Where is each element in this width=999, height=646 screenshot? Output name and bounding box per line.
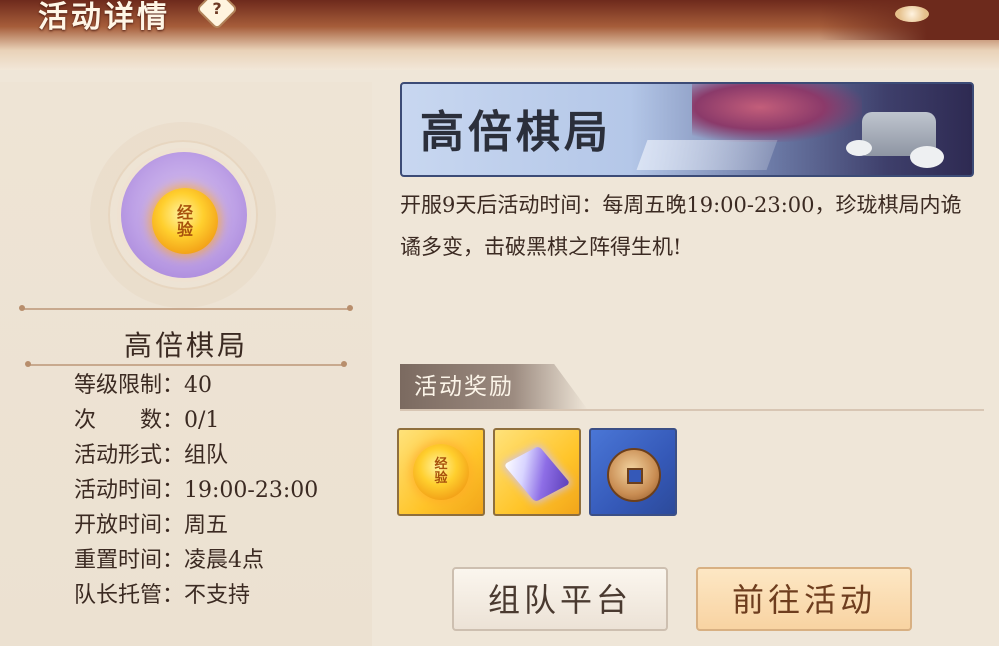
info-reset-time: 重置时间：凌晨4点 (74, 548, 264, 573)
banner-go-stone (910, 146, 944, 168)
copper-coin-icon (607, 448, 661, 502)
info-captain-auto: 队长托管：不支持 (74, 583, 251, 608)
banner-title: 高倍棋局 (420, 107, 612, 158)
emblem-text-2: 验 (176, 220, 193, 239)
banner-go-board (636, 140, 778, 170)
activity-info-panel: 经 验 高倍棋局 等级限制：40 次 数：0/1 活动形式：组队 活动时间：19… (0, 82, 372, 646)
go-to-activity-button[interactable]: 前往活动 (696, 567, 912, 631)
info-times: 次 数：0/1 (74, 408, 220, 433)
banner-go-stone (846, 140, 872, 156)
info-activity-time: 活动时间：19:00-23:00 (74, 478, 319, 503)
exp-coin-icon: 经 验 (413, 444, 469, 500)
coin-square-hole (627, 468, 643, 484)
crystal-icon (503, 445, 571, 503)
reward-item-copper-coin[interactable] (589, 428, 677, 516)
reward-coin-text-1: 经 (434, 457, 448, 472)
reward-item-exp[interactable]: 经 验 (397, 428, 485, 516)
exp-coin-icon: 经 验 (152, 188, 218, 254)
page-title: 活动详情 (38, 0, 170, 35)
reward-section-title: 活动奖励 (400, 364, 588, 410)
info-list: 等级限制：40 次 数：0/1 活动形式：组队 活动时间：19:00-23:00… (74, 368, 318, 613)
divider-top (19, 305, 353, 311)
info-open-time: 开放时间：周五 (74, 513, 229, 538)
help-icon[interactable]: ? (195, 0, 239, 31)
header-ornament (819, 0, 999, 40)
divider-bottom (25, 361, 347, 367)
activity-description: 开服9天后活动时间：每周五晚19:00-23:00，珍珑棋局内诡谲多变，击破黑棋… (400, 193, 962, 259)
reward-divider (400, 409, 984, 411)
banner-flowers (692, 84, 862, 142)
activity-name: 高倍棋局 (123, 329, 248, 362)
info-format: 活动形式：组队 (74, 443, 229, 468)
activity-banner: 高倍棋局 (400, 82, 974, 177)
header-bar: 活动详情 ? (0, 0, 999, 70)
team-platform-button[interactable]: 组队平台 (452, 567, 668, 631)
help-icon-label: ? (212, 0, 222, 19)
info-level-limit: 等级限制：40 (74, 373, 212, 398)
emblem-text-1: 经 (176, 203, 193, 222)
reward-item-crystal[interactable] (493, 428, 581, 516)
reward-coin-text-2: 验 (434, 471, 448, 486)
